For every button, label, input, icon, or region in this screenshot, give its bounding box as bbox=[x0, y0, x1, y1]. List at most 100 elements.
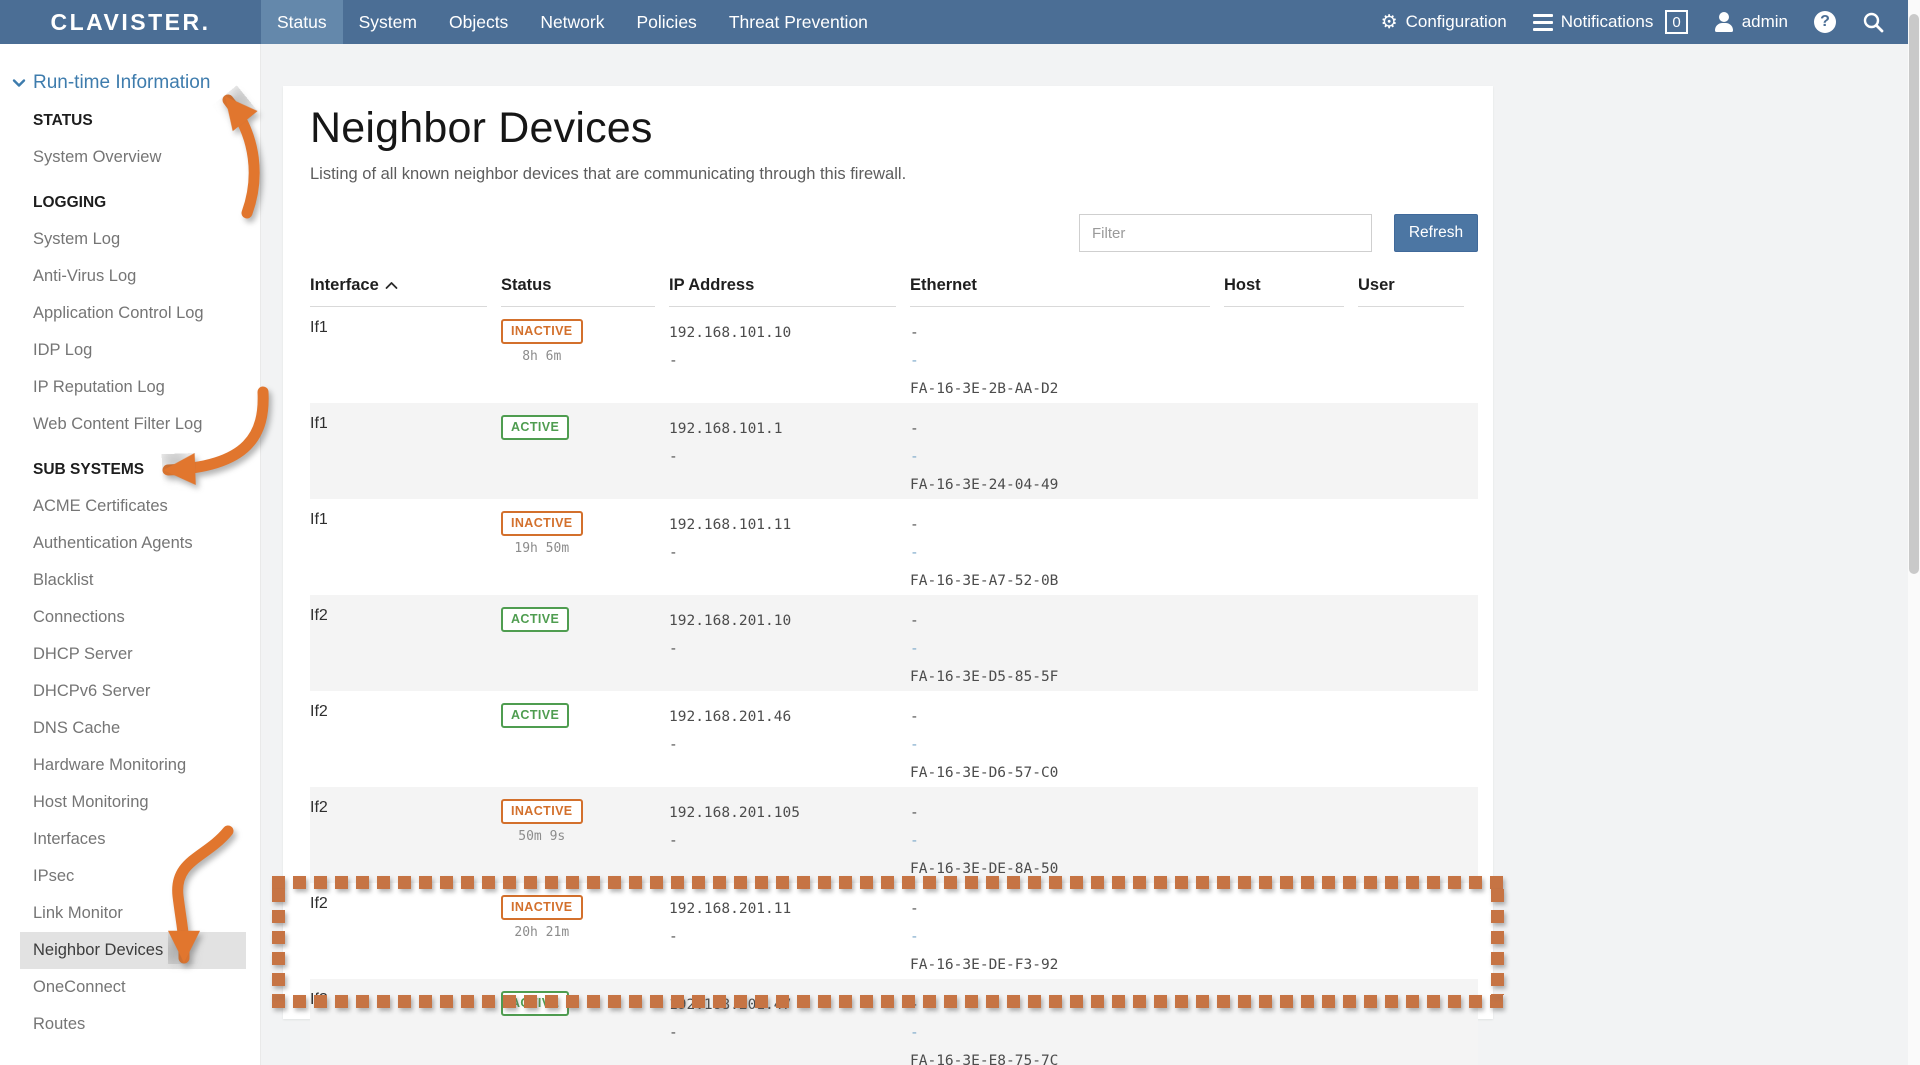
table-row[interactable]: If2 INACTIVE 50m 9s 192.168.201.105 - bbox=[310, 787, 1478, 883]
nav-tab[interactable]: Status bbox=[261, 0, 343, 44]
sidebar-section-header: LOGGING bbox=[20, 180, 246, 217]
table-row[interactable]: If2 ACTIVE 192.168.201.46 - - bbox=[310, 691, 1478, 787]
sidebar-item[interactable]: Neighbor Devices bbox=[20, 932, 246, 969]
status-badge: INACTIVE bbox=[501, 511, 583, 536]
cell-user bbox=[1358, 895, 1478, 979]
sidebar-item[interactable]: System Overview bbox=[20, 139, 246, 176]
page-title: Neighbor Devices bbox=[310, 104, 1478, 153]
nav-tab-label: System bbox=[359, 12, 417, 33]
sidebar-item[interactable]: Link Monitor bbox=[20, 895, 246, 932]
sidebar-items-subsystems: ACME CertificatesAuthentication AgentsBl… bbox=[20, 488, 246, 1043]
sidebar-item[interactable]: DHCPv6 Server bbox=[20, 673, 246, 710]
help-icon[interactable]: ? bbox=[1814, 11, 1836, 33]
gear-icon: ⚙ bbox=[1381, 13, 1398, 32]
sidebar-item[interactable]: DHCP Server bbox=[20, 636, 246, 673]
column-header-interface[interactable]: Interface bbox=[310, 276, 487, 307]
cell-interface: If2 bbox=[310, 991, 501, 1065]
filter-input[interactable] bbox=[1079, 214, 1372, 252]
sidebar-item[interactable]: Host Monitoring bbox=[20, 784, 246, 821]
status-badge: ACTIVE bbox=[501, 415, 569, 440]
sort-ascending-icon bbox=[385, 281, 398, 290]
sidebar-items-status: System Overview bbox=[20, 139, 246, 176]
sidebar-item[interactable]: IDP Log bbox=[20, 332, 246, 369]
search-icon[interactable] bbox=[1862, 11, 1884, 33]
nav-tab[interactable]: Threat Prevention bbox=[713, 0, 884, 44]
ip-line-2: - bbox=[669, 347, 910, 375]
cell-interface: If2 bbox=[310, 703, 501, 787]
sidebar-section-subsystems: SUB SYSTEMS bbox=[20, 447, 246, 484]
sidebar-item[interactable]: Hardware Monitoring bbox=[20, 747, 246, 784]
table-row[interactable]: If2 ACTIVE 192.168.201.10 - - bbox=[310, 595, 1478, 691]
sidebar-item[interactable]: Connections bbox=[20, 599, 246, 636]
table-row[interactable]: If2 INACTIVE 20h 21m 192.168.201.11 - bbox=[310, 883, 1478, 979]
sidebar-item[interactable]: Interfaces bbox=[20, 821, 246, 858]
sidebar-item[interactable]: Anti-Virus Log bbox=[20, 258, 246, 295]
cell-ethernet: - - FA-16-3E-DE-8A-50 bbox=[910, 799, 1224, 883]
cell-status: ACTIVE bbox=[501, 991, 669, 1065]
sidebar-item[interactable]: ACME Certificates bbox=[20, 488, 246, 525]
column-header-status[interactable]: Status bbox=[501, 276, 655, 307]
ethernet-line-2: - bbox=[910, 443, 1224, 471]
ethernet-line-1: - bbox=[910, 799, 1224, 827]
sidebar-item[interactable]: Web Content Filter Log bbox=[20, 406, 246, 443]
ethernet-line-1: - bbox=[910, 991, 1224, 1019]
cell-ip-address: 192.168.201.10 - bbox=[669, 607, 910, 691]
sidebar-item[interactable]: OneConnect bbox=[20, 969, 246, 1006]
cell-ip-address: 192.168.201.11 - bbox=[669, 895, 910, 979]
cell-host bbox=[1224, 607, 1358, 691]
table-row[interactable]: If1 INACTIVE 8h 6m 192.168.101.10 - bbox=[310, 307, 1478, 403]
ethernet-line-1: - bbox=[910, 319, 1224, 347]
nav-tab[interactable]: Objects bbox=[433, 0, 524, 44]
table-toolbar: Refresh bbox=[310, 214, 1478, 252]
cell-status: INACTIVE 20h 21m bbox=[501, 895, 669, 979]
status-badge: INACTIVE bbox=[501, 895, 583, 920]
status-badge: INACTIVE bbox=[501, 799, 583, 824]
cell-ip-address: 192.168.201.46 - bbox=[669, 703, 910, 787]
sidebar-item[interactable]: Routes bbox=[20, 1006, 246, 1043]
sidebar-item[interactable]: System Log bbox=[20, 221, 246, 258]
column-header-host[interactable]: Host bbox=[1224, 276, 1344, 307]
table-row[interactable]: If1 INACTIVE 19h 50m 192.168.101.11 - bbox=[310, 499, 1478, 595]
nav-tab[interactable]: System bbox=[343, 0, 433, 44]
column-header-user[interactable]: User bbox=[1358, 276, 1464, 307]
notifications-count-badge: 0 bbox=[1665, 10, 1687, 34]
top-navigation-bar: clavister. Status System Objects Network… bbox=[0, 0, 1920, 44]
page-description: Listing of all known neighbor devices th… bbox=[310, 165, 1478, 184]
sidebar-item[interactable]: Blacklist bbox=[20, 562, 246, 599]
nav-tab[interactable]: Policies bbox=[621, 0, 713, 44]
cell-interface: If2 bbox=[310, 799, 501, 883]
cell-interface: If1 bbox=[310, 511, 501, 595]
ip-line: 192.168.101.10 bbox=[669, 319, 910, 347]
notifications-button[interactable]: Notifications 0 bbox=[1533, 10, 1688, 34]
status-duration: 19h 50m bbox=[501, 541, 583, 556]
ethernet-line-2: - bbox=[910, 539, 1224, 567]
column-header-ip-address[interactable]: IP Address bbox=[669, 276, 896, 307]
configuration-button[interactable]: ⚙ Configuration bbox=[1381, 12, 1507, 32]
ethernet-line-2: - bbox=[910, 347, 1224, 375]
ip-line: 192.168.201.11 bbox=[669, 895, 910, 923]
sidebar-root-label: Run-time Information bbox=[33, 72, 210, 94]
sidebar-item[interactable]: Application Control Log bbox=[20, 295, 246, 332]
user-menu-button[interactable]: admin bbox=[1714, 12, 1788, 32]
sidebar-section-status: STATUS bbox=[20, 98, 246, 135]
cell-ip-address: 192.168.101.10 - bbox=[669, 319, 910, 403]
sidebar-item[interactable]: Authentication Agents bbox=[20, 525, 246, 562]
table-row[interactable]: If2 ACTIVE 192.168.201.47 - - bbox=[310, 979, 1478, 1065]
column-header-ethernet[interactable]: Ethernet bbox=[910, 276, 1210, 307]
clavister-logo[interactable]: clavister. bbox=[50, 9, 210, 36]
user-icon bbox=[1714, 12, 1734, 32]
ethernet-line-1: - bbox=[910, 607, 1224, 635]
scrollbar-thumb[interactable] bbox=[1909, 14, 1919, 574]
page-scrollbar[interactable] bbox=[1908, 0, 1920, 1065]
cell-interface: If2 bbox=[310, 607, 501, 691]
sidebar-item[interactable]: IPsec bbox=[20, 858, 246, 895]
table-row[interactable]: If1 ACTIVE 192.168.101.1 - - bbox=[310, 403, 1478, 499]
cell-host bbox=[1224, 511, 1358, 595]
sidebar-item[interactable]: IP Reputation Log bbox=[20, 369, 246, 406]
ip-line: 192.168.201.105 bbox=[669, 799, 910, 827]
nav-tab[interactable]: Network bbox=[524, 0, 620, 44]
cell-status: INACTIVE 19h 50m bbox=[501, 511, 669, 595]
sidebar-root-runtime-information[interactable]: Run-time Information bbox=[0, 44, 260, 94]
sidebar-item[interactable]: DNS Cache bbox=[20, 710, 246, 747]
refresh-button[interactable]: Refresh bbox=[1394, 214, 1478, 252]
